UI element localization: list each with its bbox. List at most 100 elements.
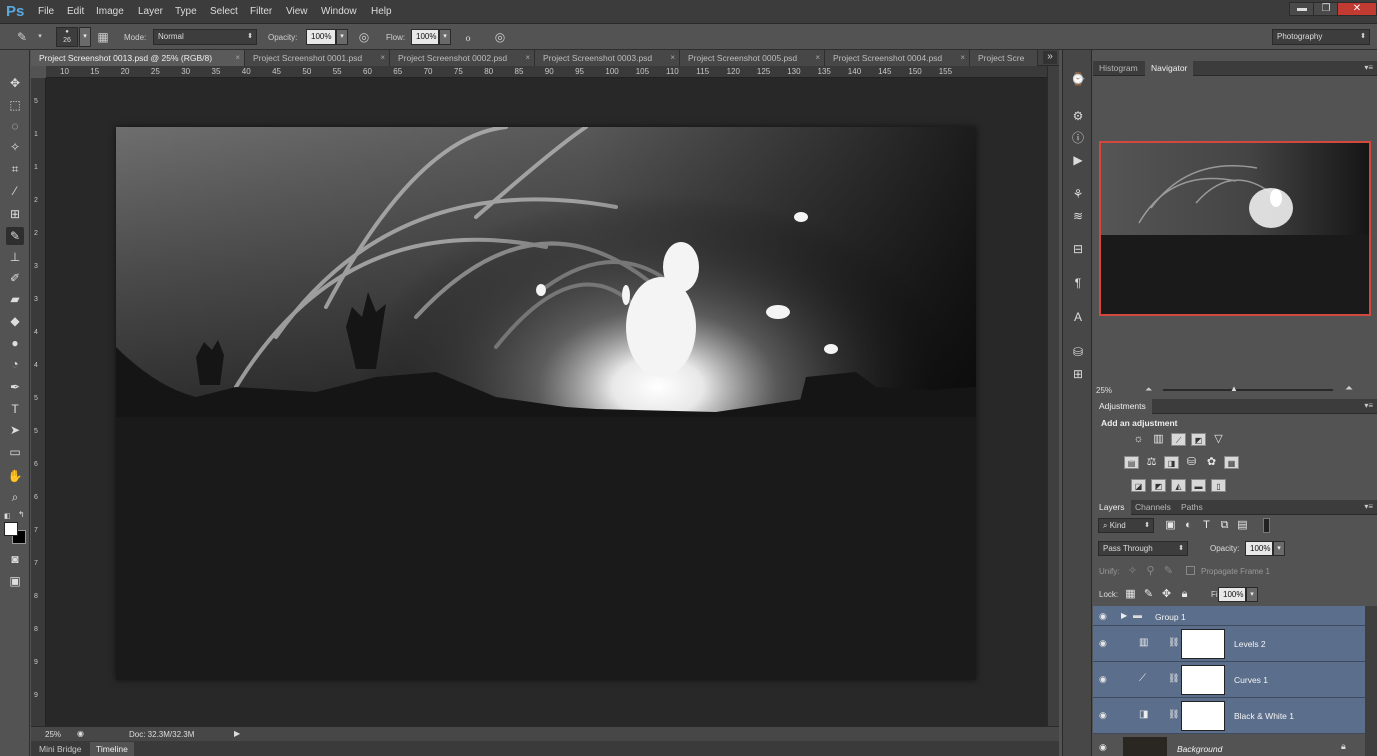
doc-tab[interactable]: Project Screenshot 0003.psd × — [535, 50, 680, 66]
zoom-out-icon[interactable]: ⏶ — [1145, 384, 1152, 395]
hue-saturation-icon[interactable]: ▤ — [1124, 456, 1139, 469]
photo-filter-icon[interactable]: ⛁ — [1184, 456, 1199, 469]
pressure-size-icon[interactable]: ◎ — [492, 30, 508, 44]
layer-row-background[interactable]: ◉ Background 🔒︎ — [1093, 734, 1365, 756]
workspace-select[interactable]: Photography ⬍ — [1272, 29, 1370, 45]
filter-smart-object-icon[interactable]: ▤ — [1235, 519, 1250, 532]
menu-view[interactable]: View — [286, 6, 308, 17]
panel-menu-icon[interactable]: ▾≡ — [1364, 401, 1373, 410]
invert-icon[interactable]: ◪ — [1131, 479, 1146, 492]
layer-mask-thumbnail[interactable] — [1181, 665, 1225, 695]
menu-layer[interactable]: Layer — [138, 6, 163, 17]
brush-panel-icon[interactable]: ≋ — [1069, 207, 1087, 225]
navigator-preview[interactable] — [1099, 141, 1371, 316]
actions-icon[interactable]: ▶ — [1069, 151, 1087, 169]
clone-source-icon[interactable]: ⊟ — [1069, 240, 1087, 258]
close-icon[interactable]: × — [815, 50, 820, 66]
crop-tool-icon[interactable]: ⌗ — [6, 160, 24, 178]
eye-icon[interactable]: ◉ — [1099, 742, 1107, 753]
color-balance-icon[interactable]: ⚖ — [1144, 456, 1159, 469]
document-canvas[interactable] — [116, 127, 976, 680]
tab-layers[interactable]: Layers — [1093, 500, 1131, 515]
flow-input[interactable]: 100% — [411, 29, 439, 45]
doc-tab[interactable]: Project Screenshot 0002.psd × — [390, 50, 535, 66]
menu-edit[interactable]: Edit — [67, 6, 84, 17]
timeline-icon[interactable]: ⊞ — [1069, 365, 1087, 383]
close-icon[interactable]: × — [525, 50, 530, 66]
black-white-icon[interactable]: ◨ — [1164, 456, 1179, 469]
zoom-level[interactable]: 25% — [45, 730, 61, 739]
blur-tool-icon[interactable]: ● — [6, 334, 24, 352]
lock-image-icon[interactable]: ✎ — [1141, 588, 1156, 601]
stamp-tool-icon[interactable]: ⊥ — [6, 248, 24, 266]
chevron-down-icon[interactable]: ▾ — [439, 29, 451, 45]
quick-mask-icon[interactable]: ◙ — [6, 550, 24, 568]
expand-arrow-icon[interactable]: ▶ — [1121, 611, 1127, 620]
eye-icon[interactable]: ◉ — [1099, 710, 1107, 721]
history-brush-tool-icon[interactable]: ✐ — [6, 269, 24, 287]
color-lookup-icon[interactable]: ▦ — [1224, 456, 1239, 469]
menu-help[interactable]: Help — [371, 6, 392, 17]
vertical-scrollbar[interactable] — [1047, 66, 1059, 726]
close-button[interactable]: ✕ — [1337, 2, 1377, 16]
gradient-map-icon[interactable]: ▬ — [1191, 479, 1206, 492]
doc-tab[interactable]: Project Screenshot 0001.psd × — [245, 50, 390, 66]
filter-shape-icon[interactable]: ⧉ — [1217, 519, 1232, 532]
tab-timeline[interactable]: Timeline — [90, 742, 134, 756]
unify-position-icon[interactable]: ✧ — [1125, 565, 1140, 578]
layers-scrollbar[interactable] — [1365, 606, 1377, 756]
menu-image[interactable]: Image — [96, 6, 124, 17]
brightness-contrast-icon[interactable]: ☼ — [1131, 433, 1146, 446]
restore-button[interactable]: ❐ — [1313, 2, 1339, 16]
menu-select[interactable]: Select — [210, 6, 238, 17]
layer-filter-kind-select[interactable]: ⌕ Kind ⬍ — [1098, 518, 1154, 533]
layer-mask-thumbnail[interactable] — [1181, 629, 1225, 659]
brush-panel-icon[interactable]: ▦ — [95, 30, 111, 44]
channel-mixer-icon[interactable]: ✿ — [1204, 456, 1219, 469]
mode-select[interactable]: Normal ⬍ — [153, 29, 257, 45]
panel-menu-icon[interactable]: ▾≡ — [1364, 63, 1373, 72]
eye-icon[interactable]: ◉ — [1099, 638, 1107, 649]
airbrush-icon[interactable]: ℴ — [460, 30, 476, 44]
layer-row-group[interactable]: ◉ ▶ ▬ Group 1 — [1093, 606, 1365, 626]
quick-select-tool-icon[interactable]: ✧ — [6, 138, 24, 156]
layer-row-black-white[interactable]: ◉ ◨ ⛓ Black & White 1 — [1093, 698, 1365, 734]
default-colors-icon[interactable]: ◧ — [4, 512, 11, 520]
doc-tab[interactable]: Project Screenshot 0004.psd × — [825, 50, 970, 66]
dodge-tool-icon[interactable]: ◔ — [6, 355, 24, 373]
chevron-down-icon[interactable]: ▾ — [32, 30, 48, 44]
threshold-icon[interactable]: ◭ — [1171, 479, 1186, 492]
tab-adjustments[interactable]: Adjustments — [1093, 399, 1152, 414]
unify-style-icon[interactable]: ✎ — [1161, 565, 1176, 578]
navigator-zoom-slider-handle[interactable]: ▲ — [1230, 384, 1238, 393]
propagate-frame-checkbox[interactable] — [1186, 566, 1195, 575]
history-icon[interactable]: ⌚ — [1069, 70, 1087, 88]
selective-color-icon[interactable]: ▯ — [1211, 479, 1226, 492]
zoom-in-icon[interactable]: ⏶ — [1345, 383, 1353, 394]
opacity-input[interactable]: 100% — [306, 29, 336, 45]
menu-type[interactable]: Type — [175, 6, 197, 17]
panel-menu-icon[interactable]: ▾≡ — [1364, 502, 1373, 511]
healing-tool-icon[interactable]: ⊞ — [6, 205, 24, 223]
eye-icon[interactable]: ◉ — [1099, 611, 1107, 622]
brush-tool-icon[interactable]: ✎ — [6, 227, 24, 245]
filter-pixel-icon[interactable]: ▣ — [1163, 519, 1178, 532]
blend-mode-select[interactable]: Pass Through ⬍ — [1098, 541, 1188, 556]
tab-channels[interactable]: Channels — [1129, 500, 1177, 515]
hand-tool-icon[interactable]: ✋ — [6, 467, 24, 485]
layer-opacity-input[interactable]: 100% — [1245, 541, 1273, 556]
zoom-tool-icon[interactable]: ⌕ — [6, 488, 24, 506]
character-icon[interactable]: A — [1069, 308, 1087, 326]
minimize-button[interactable]: ▬ — [1289, 2, 1315, 16]
filter-toggle-switch[interactable] — [1263, 518, 1270, 533]
pressure-opacity-icon[interactable]: ◎ — [356, 30, 372, 44]
menu-file[interactable]: File — [38, 6, 54, 17]
filter-type-icon[interactable]: T — [1199, 519, 1214, 532]
swap-colors-icon[interactable]: ↰ — [18, 510, 25, 519]
vibrance-icon[interactable]: ▽ — [1211, 433, 1226, 446]
tab-mini-bridge[interactable]: Mini Bridge — [33, 742, 88, 756]
menu-window[interactable]: Window — [321, 6, 357, 17]
chevron-down-icon[interactable]: ▾ — [336, 29, 348, 45]
paragraph-icon[interactable]: ¶ — [1069, 274, 1087, 292]
chevron-down-icon[interactable]: ▾ — [79, 27, 91, 47]
